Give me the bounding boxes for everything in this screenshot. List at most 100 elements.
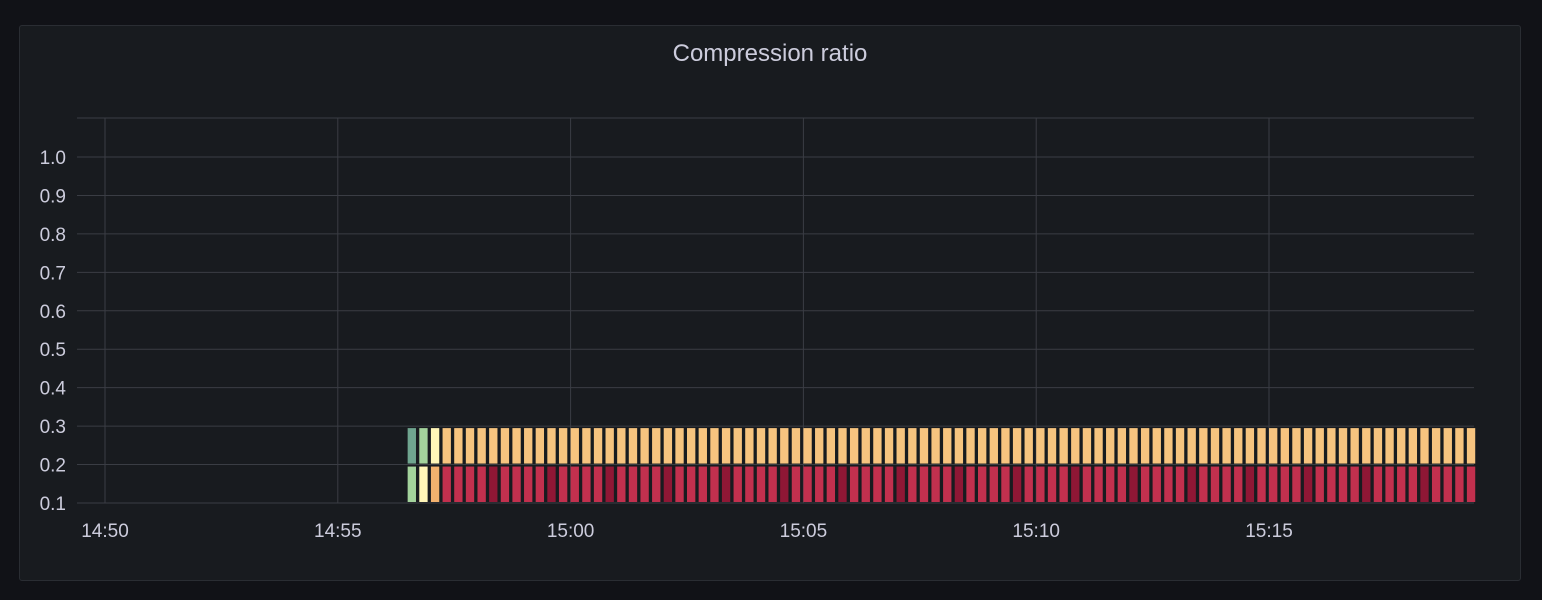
heatmap-cell <box>919 466 929 502</box>
heatmap-cell <box>1071 428 1080 464</box>
heatmap-cell <box>1129 466 1138 502</box>
heatmap-cell <box>1385 466 1394 502</box>
heatmap-cell <box>768 466 777 502</box>
heatmap-cell <box>1245 466 1255 502</box>
heatmap-cell <box>617 428 626 464</box>
heatmap-cell <box>675 466 684 502</box>
heatmap-cell <box>1106 428 1115 464</box>
heatmap-cell <box>861 428 870 464</box>
heatmap-cell <box>419 428 428 464</box>
heatmap-cell <box>873 428 882 464</box>
heatmap-cell <box>756 466 766 502</box>
heatmap-cell <box>1036 428 1045 464</box>
heatmap-cell <box>547 428 556 464</box>
heatmap-cell <box>1292 466 1301 502</box>
heatmap-cell <box>1408 466 1418 502</box>
heatmap-cell <box>442 466 451 502</box>
heatmap-cell <box>966 466 975 502</box>
heatmap-cell <box>1455 466 1464 502</box>
heatmap-cell <box>966 428 975 464</box>
heatmap-cell <box>1245 428 1255 464</box>
heatmap-cell <box>791 428 801 464</box>
heatmap-cell <box>1187 428 1196 464</box>
heatmap-cell <box>1129 428 1138 464</box>
heatmap-cell <box>896 466 905 502</box>
heatmap-cell <box>1199 428 1208 464</box>
heatmap-cell <box>1210 466 1220 502</box>
heatmap-cell <box>1408 428 1418 464</box>
heatmap-cell <box>663 466 673 502</box>
heatmap-cell <box>1234 466 1243 502</box>
heatmap-cell <box>652 466 661 502</box>
heatmap-cell <box>489 428 498 464</box>
heatmap-cell <box>1059 428 1068 464</box>
x-tick-label: 15:15 <box>1245 521 1293 542</box>
heatmap-cell <box>838 428 847 464</box>
heatmap-cell <box>1431 466 1441 502</box>
heatmap-cell <box>1210 428 1220 464</box>
heatmap-cell <box>1164 428 1173 464</box>
heatmap-cell <box>1140 466 1150 502</box>
heatmap-cell <box>849 466 859 502</box>
heatmap-cell <box>558 466 568 502</box>
heatmap-cell <box>582 466 591 502</box>
heatmap-cell <box>442 428 451 464</box>
heatmap-cell <box>896 428 905 464</box>
heatmap-cell <box>1187 466 1196 502</box>
heatmap-cell <box>768 428 777 464</box>
heatmap-cell <box>1117 466 1127 502</box>
heatmap-cell <box>978 428 987 464</box>
heatmap-cell <box>547 466 556 502</box>
heatmap-cell <box>1140 428 1150 464</box>
heatmap-cell <box>710 428 719 464</box>
heatmap-cell <box>1338 466 1348 502</box>
heatmap-cell <box>1024 428 1033 464</box>
heatmap-cell <box>861 466 870 502</box>
heatmap-cell <box>1175 466 1185 502</box>
heatmap-cell <box>1199 466 1208 502</box>
heatmap-cell <box>815 466 824 502</box>
heatmap-cell <box>477 466 486 502</box>
heatmap-cell <box>675 428 684 464</box>
heatmap-cell <box>628 428 638 464</box>
heatmap-cell <box>512 466 521 502</box>
heatmap-cell <box>919 428 929 464</box>
heatmap-cell <box>733 466 742 502</box>
x-tick-label: 15:00 <box>547 521 595 542</box>
heatmap-cell <box>1234 428 1243 464</box>
heatmap-cell <box>687 428 696 464</box>
heatmap-cell <box>570 466 579 502</box>
heatmap-cell <box>978 466 987 502</box>
heatmap-cell <box>803 466 812 502</box>
heatmap-cell <box>1152 428 1161 464</box>
heatmap-cell <box>780 428 789 464</box>
heatmap-cell <box>1385 428 1394 464</box>
heatmap-cell <box>1047 428 1057 464</box>
heatmap-cell <box>884 466 894 502</box>
heatmap-cell <box>745 428 754 464</box>
heatmap-cell <box>1443 466 1452 502</box>
heatmap-cell <box>477 428 486 464</box>
heatmap-cell <box>512 428 521 464</box>
heatmap-cell <box>1280 466 1289 502</box>
heatmap-cell <box>908 428 917 464</box>
heatmap-cell <box>430 466 440 502</box>
heatmap-cell <box>1082 428 1092 464</box>
heatmap-cell <box>815 428 824 464</box>
heatmap-cell <box>1397 466 1406 502</box>
heatmap-cell <box>1047 466 1057 502</box>
heatmap-cell <box>1338 428 1348 464</box>
heatmap-cell <box>954 428 964 464</box>
heatmap-cell <box>803 428 812 464</box>
heatmap-cell <box>1303 466 1313 502</box>
y-tick-label: 0.6 <box>40 302 66 323</box>
heatmap-cell <box>1327 466 1336 502</box>
heatmap-cell <box>1012 428 1022 464</box>
heatmap-cell <box>1315 428 1324 464</box>
heatmap-cell <box>873 466 882 502</box>
heatmap-cell <box>582 428 591 464</box>
heatmap-chart: 0.10.20.30.40.50.60.70.80.91.0 14:50 14:5… <box>40 117 1476 542</box>
heatmap-cell <box>1466 428 1476 464</box>
heatmap-cell <box>1373 428 1383 464</box>
heatmap-cell <box>628 466 638 502</box>
